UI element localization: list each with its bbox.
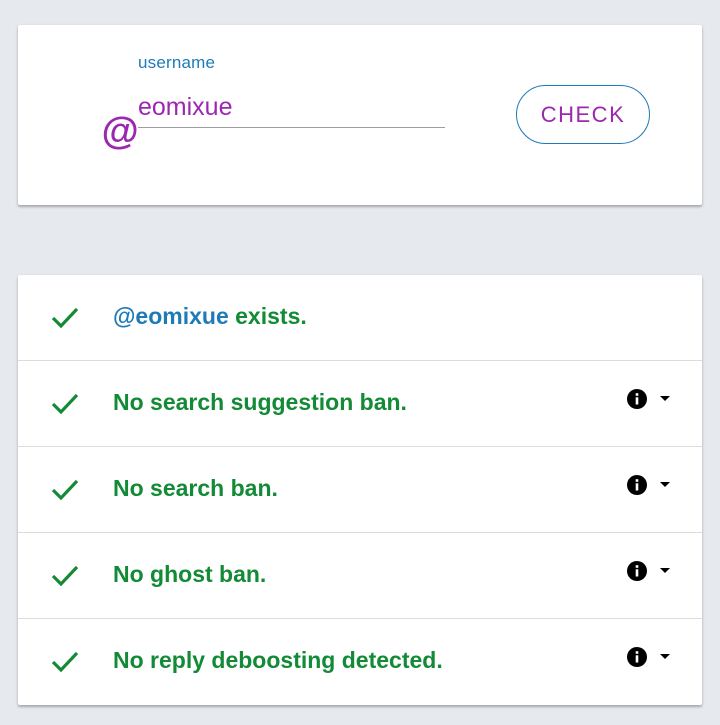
info-icon[interactable] bbox=[626, 474, 648, 496]
result-handle[interactable]: @eomixue bbox=[113, 303, 229, 329]
chevron-down-icon[interactable] bbox=[659, 395, 671, 403]
result-text-reply-deboosting: No reply deboosting detected. bbox=[113, 647, 443, 673]
info-icon[interactable] bbox=[626, 388, 648, 410]
result-row-ghost-ban: No ghost ban. bbox=[18, 533, 702, 619]
chevron-down-icon[interactable] bbox=[659, 653, 671, 661]
username-input[interactable] bbox=[138, 87, 445, 128]
result-row-search-ban: No search ban. bbox=[18, 447, 702, 533]
chevron-down-icon[interactable] bbox=[659, 481, 671, 489]
search-card: @ username CHECK bbox=[18, 25, 702, 205]
check-icon bbox=[51, 651, 79, 673]
page: @ username CHECK @eomixue exists. No sea… bbox=[0, 0, 720, 725]
result-row-exists: @eomixue exists. bbox=[18, 275, 702, 361]
chevron-down-icon[interactable] bbox=[659, 567, 671, 575]
result-text-ghost-ban: No ghost ban. bbox=[113, 561, 267, 587]
info-icon[interactable] bbox=[626, 560, 648, 582]
result-row-reply-deboosting: No reply deboosting detected. bbox=[18, 619, 702, 705]
check-button[interactable]: CHECK bbox=[516, 85, 650, 144]
check-icon bbox=[51, 307, 79, 329]
result-row-search-suggestion-ban: No search suggestion ban. bbox=[18, 361, 702, 447]
results-card: @eomixue exists. No search suggestion ba… bbox=[18, 275, 702, 705]
result-text-search-ban: No search ban. bbox=[113, 475, 278, 501]
result-text-exists: @eomixue exists. bbox=[113, 303, 307, 330]
check-icon bbox=[51, 479, 79, 501]
result-text-search-suggestion-ban: No search suggestion ban. bbox=[113, 389, 407, 415]
check-icon bbox=[51, 393, 79, 415]
info-icon[interactable] bbox=[626, 646, 648, 668]
at-icon: @ bbox=[101, 111, 139, 153]
check-icon bbox=[51, 565, 79, 587]
result-exists-label: exists. bbox=[228, 303, 307, 329]
username-label: username bbox=[138, 53, 216, 72]
